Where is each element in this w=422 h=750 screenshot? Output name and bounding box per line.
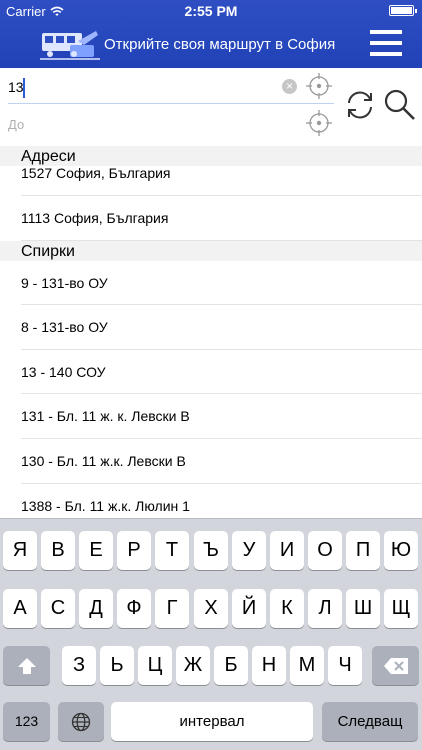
key[interactable]: В — [41, 531, 75, 570]
list-item[interactable]: 130 - Бл. 11 ж.к. Левски В — [21, 439, 422, 484]
key[interactable]: Й — [232, 589, 266, 628]
globe-icon — [71, 712, 91, 731]
suggestions-list: Адреси 1527 София, България 1113 София, … — [0, 146, 422, 518]
key[interactable]: Т — [155, 531, 189, 570]
list-item[interactable]: 1388 - Бл. 11 ж.к. Люлин 1 — [21, 484, 422, 518]
key[interactable]: У — [232, 531, 266, 570]
app-header: Открийте своя маршрут в София — [0, 22, 422, 68]
list-item[interactable]: 131 - Бл. 11 ж. к. Левски В — [21, 394, 422, 439]
text-caret — [23, 78, 25, 98]
key[interactable]: Ч — [328, 646, 362, 685]
locate-from-icon[interactable] — [306, 73, 332, 99]
key[interactable]: Ь — [100, 646, 134, 685]
menu-bar-icon — [370, 41, 402, 45]
key[interactable]: Ю — [384, 531, 418, 570]
to-input[interactable] — [8, 107, 278, 141]
key[interactable]: Ф — [117, 589, 151, 628]
key[interactable]: Ж — [176, 646, 210, 685]
key[interactable]: О — [308, 531, 342, 570]
list-item[interactable]: 1527 София, България — [21, 166, 422, 196]
section-header-stops: Спирки — [0, 240, 422, 261]
key[interactable]: А — [3, 589, 37, 628]
list-item[interactable]: 13 - 140 СОУ — [21, 350, 422, 395]
menu-button[interactable] — [370, 30, 402, 56]
key[interactable]: Н — [252, 646, 286, 685]
next-key[interactable]: Следващ — [322, 702, 418, 741]
list-item[interactable]: 1113 София, България — [21, 196, 422, 241]
tram-logo-icon — [40, 31, 100, 60]
shift-key[interactable] — [3, 646, 50, 685]
key[interactable]: Ъ — [194, 531, 228, 570]
section-header-addresses: Адреси — [0, 146, 422, 166]
list-item[interactable]: 8 - 131-во ОУ — [21, 305, 422, 350]
search-icon[interactable] — [383, 88, 417, 122]
key[interactable]: Х — [194, 589, 228, 628]
key[interactable]: К — [270, 589, 304, 628]
key[interactable]: И — [270, 531, 304, 570]
key[interactable]: М — [290, 646, 324, 685]
status-time: 2:55 PM — [184, 3, 238, 19]
key[interactable]: Г — [155, 589, 189, 628]
key[interactable]: Р — [117, 531, 151, 570]
key[interactable]: С — [41, 589, 75, 628]
top-bar: Carrier 2:55 PM Открийте своя маршрут в … — [0, 0, 422, 68]
status-bar: Carrier 2:55 PM — [0, 0, 422, 22]
page-title: Открийте своя маршрут в София — [104, 36, 336, 53]
key[interactable]: П — [346, 531, 380, 570]
space-key[interactable]: интервал — [111, 702, 313, 741]
shift-icon — [17, 657, 36, 674]
key[interactable]: З — [62, 646, 96, 685]
menu-bar-icon — [370, 52, 402, 56]
key[interactable]: Я — [3, 531, 37, 570]
clear-icon[interactable]: × — [282, 79, 297, 94]
key[interactable]: Щ — [384, 589, 418, 628]
backspace-icon — [383, 657, 408, 674]
locate-to-icon[interactable] — [306, 110, 332, 136]
language-key[interactable] — [58, 702, 104, 741]
key[interactable]: Л — [308, 589, 342, 628]
key[interactable]: Д — [79, 589, 113, 628]
key[interactable]: Ш — [346, 589, 380, 628]
key[interactable]: Е — [79, 531, 113, 570]
menu-bar-icon — [370, 30, 402, 34]
list-item[interactable]: 9 - 131-во ОУ — [21, 261, 422, 306]
keyboard: Я В Е Р Т Ъ У И О П Ю А С Д Ф Г Х Й К Л … — [0, 518, 422, 750]
key[interactable]: Б — [214, 646, 248, 685]
battery-icon — [389, 5, 417, 16]
to-field — [8, 107, 334, 143]
numbers-key[interactable]: 123 — [3, 702, 50, 741]
swap-icon[interactable] — [343, 88, 377, 122]
key[interactable]: Ц — [138, 646, 172, 685]
backspace-key[interactable] — [372, 646, 419, 685]
from-field: × — [8, 70, 334, 106]
app-screen: Carrier 2:55 PM Открийте своя маршрут в … — [0, 0, 422, 750]
